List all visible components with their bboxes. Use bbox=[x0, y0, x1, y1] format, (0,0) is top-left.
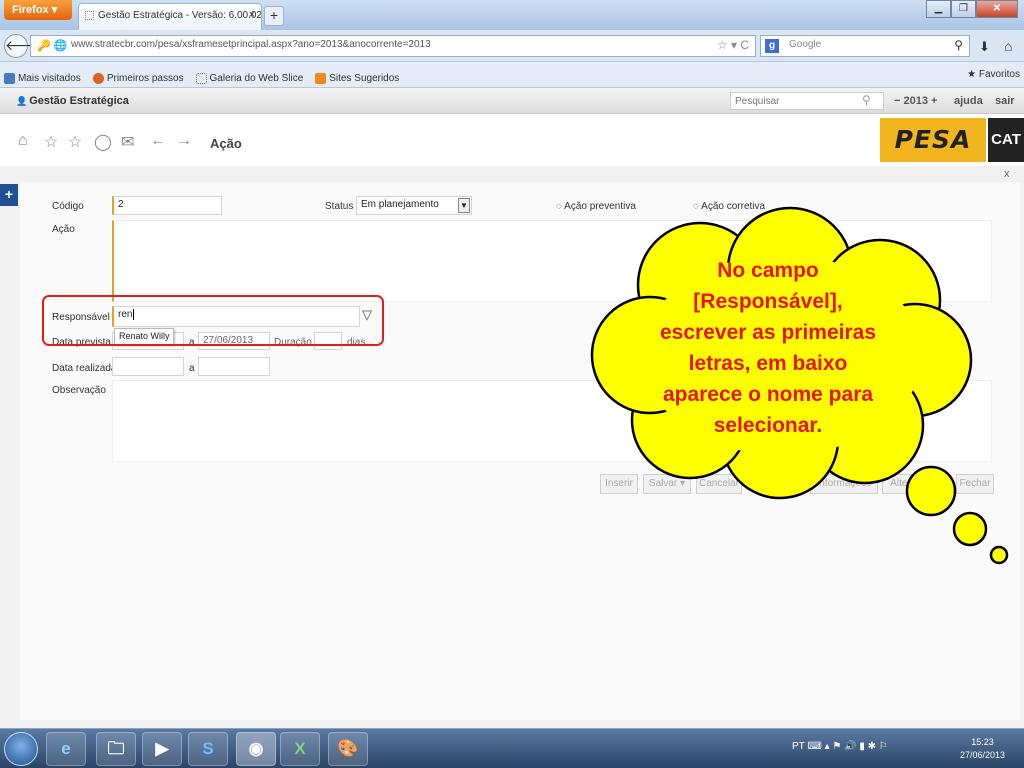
informacoes-button[interactable]: Informações bbox=[810, 474, 878, 494]
chevron-down-icon[interactable]: ▼ bbox=[458, 198, 470, 213]
window-controls: ▁ ❐ ✕ bbox=[926, 0, 1018, 18]
internet-explorer-icon[interactable]: e bbox=[46, 732, 86, 766]
acao-label: Ação bbox=[52, 224, 75, 235]
help-link[interactable]: ajuda bbox=[954, 95, 983, 107]
site-identity-icon[interactable]: 🔑 🌐 bbox=[37, 39, 67, 52]
close-icon[interactable]: x bbox=[1004, 168, 1010, 180]
web-slice-icon bbox=[195, 72, 207, 84]
bookmarks-bar: Mais visitados Primeiros passos Galeria … bbox=[0, 62, 1024, 88]
salvar-button[interactable]: Salvar ▾ bbox=[643, 474, 691, 494]
suggested-sites-icon bbox=[315, 72, 327, 84]
home-icon[interactable]: ⌂ bbox=[18, 132, 28, 150]
bookmark-web-slice[interactable]: Galeria do Web Slice bbox=[195, 69, 304, 87]
window-close-icon[interactable]: ✕ bbox=[976, 0, 1018, 18]
bookmark-label: Primeiros passos bbox=[106, 72, 184, 84]
preventiva-label: Ação preventiva bbox=[564, 201, 636, 212]
add-favorite-icon[interactable]: ☆ bbox=[44, 132, 58, 152]
excel-icon[interactable]: X bbox=[280, 732, 320, 766]
search-icon[interactable]: ⚲ bbox=[862, 93, 871, 107]
preventiva-radio[interactable]: ◌ Ação preventiva bbox=[556, 201, 636, 212]
arrow-right-icon[interactable]: → bbox=[176, 132, 192, 150]
codigo-label: Código bbox=[52, 201, 84, 212]
tray-icons[interactable]: ⌨ ▴ ⚑ 🔊 ▮ ✱ ⚐ bbox=[807, 741, 887, 752]
bookmark-label: Galeria do Web Slice bbox=[209, 72, 304, 84]
alterar-button[interactable]: Alterar bbox=[882, 474, 928, 494]
year-selector[interactable]: − 2013 + bbox=[894, 95, 937, 107]
maximize-icon[interactable]: ❐ bbox=[951, 0, 976, 18]
inserir-button[interactable]: Inserir bbox=[600, 474, 638, 494]
new-tab-button[interactable]: + bbox=[264, 6, 284, 26]
data-realizada-start[interactable] bbox=[112, 357, 184, 376]
arrow-left-icon[interactable]: ← bbox=[150, 132, 166, 150]
salvar-label: Salvar bbox=[648, 478, 678, 489]
start-button[interactable] bbox=[4, 732, 38, 766]
callout-text: No campo [Responsável], escrever as prim… bbox=[660, 259, 876, 437]
bookmark-icon bbox=[4, 72, 15, 84]
status-select[interactable]: Em planejamento ▼ bbox=[356, 196, 472, 215]
range-separator: a bbox=[189, 363, 195, 374]
bookmark-sites-sugeridos[interactable]: Sites Sugeridos bbox=[315, 69, 399, 87]
page-title: Ação bbox=[210, 136, 242, 151]
corretiva-label: Ação corretiva bbox=[701, 201, 766, 212]
firefox-menu-button[interactable]: Firefox ▾ bbox=[4, 0, 72, 20]
data-realizada-label: Data realizada bbox=[52, 363, 117, 374]
bookmark-mais-visitados[interactable]: Mais visitados bbox=[4, 69, 81, 87]
bookmark-label: Sites Sugeridos bbox=[329, 72, 400, 84]
tab-favicon-icon bbox=[85, 10, 94, 20]
address-bar[interactable]: 🔑 🌐 www.stratecbr.com/pesa/xsframesetpri… bbox=[30, 35, 756, 57]
navigation-bar: 🡐 🔑 🌐 www.stratecbr.com/pesa/xsframesetp… bbox=[0, 30, 1024, 62]
codigo-field[interactable]: 2 bbox=[112, 196, 222, 215]
status-label: Status bbox=[325, 201, 354, 212]
highlight-box bbox=[42, 295, 384, 346]
system-tray: PT ⌨ ▴ ⚑ 🔊 ▮ ✱ ⚐ bbox=[792, 741, 888, 752]
firefox-taskbar-icon[interactable]: ◉ bbox=[236, 732, 276, 766]
tab-close-icon[interactable]: × bbox=[249, 9, 255, 21]
favorites-label: Favoritos bbox=[978, 69, 1020, 80]
file-explorer-icon[interactable]: 🗀 bbox=[96, 732, 136, 766]
skype-icon[interactable]: S bbox=[188, 732, 228, 766]
paint-icon[interactable]: 🎨 bbox=[328, 732, 368, 766]
media-icon[interactable]: ▶ bbox=[142, 732, 182, 766]
observacao-label: Observação bbox=[52, 385, 106, 396]
home-icon[interactable]: ⌂ bbox=[1004, 38, 1012, 54]
bookmark-label: Mais visitados bbox=[18, 72, 81, 84]
browser-search-field[interactable]: g Google ⚲ bbox=[760, 35, 970, 57]
download-icon[interactable]: ⬇ bbox=[979, 39, 990, 55]
cat-logo: CAT bbox=[988, 118, 1024, 162]
browser-search-placeholder: Google bbox=[789, 39, 822, 50]
firefox-menu-label: Firefox bbox=[12, 4, 49, 16]
minimize-icon[interactable]: ▁ bbox=[926, 0, 951, 18]
cancelar-button[interactable]: Cancelar bbox=[696, 474, 742, 494]
browser-titlebar: Firefox ▾ Gestão Estratégica - Versão: 6… bbox=[0, 0, 1024, 30]
windows-taskbar: e 🗀 ▶ S ◉ X 🎨 PT ⌨ ▴ ⚑ 🔊 ▮ ✱ ⚐ 15:23 27/… bbox=[0, 728, 1024, 768]
app-header: Gestão Estratégica ⚲ − 2013 + ajuda sair bbox=[0, 88, 1024, 114]
back-arrow-icon[interactable]: 🡐 bbox=[4, 34, 43, 58]
expand-sidebar-button[interactable]: + bbox=[0, 184, 18, 206]
bookmark-star-icon[interactable]: ☆ ▾ C bbox=[717, 38, 749, 52]
firefox-icon bbox=[92, 72, 104, 84]
bookmark-primeiros-passos[interactable]: Primeiros passos bbox=[92, 69, 184, 87]
fechar-button[interactable]: Fechar bbox=[956, 474, 994, 494]
favorites-button[interactable]: ★ Favoritos bbox=[967, 69, 1020, 80]
comment-icon[interactable]: ◯ bbox=[94, 132, 112, 152]
url-text: www.stratecbr.com/pesa/xsframesetprincip… bbox=[71, 39, 431, 50]
data-realizada-end[interactable] bbox=[198, 357, 270, 376]
search-icon[interactable]: ⚲ bbox=[954, 38, 963, 52]
corretiva-radio[interactable]: ◌ Ação corretiva bbox=[693, 201, 765, 212]
app-title: Gestão Estratégica bbox=[16, 95, 129, 107]
google-icon[interactable]: g bbox=[765, 39, 779, 53]
exit-link[interactable]: sair bbox=[995, 95, 1015, 107]
pesa-logo: PESA bbox=[880, 118, 986, 162]
clock-time: 15:23 bbox=[971, 737, 994, 747]
browser-tab[interactable]: Gestão Estratégica - Versão: 6.00.02 - L… bbox=[78, 3, 262, 30]
mail-icon[interactable]: ✉ bbox=[121, 132, 134, 152]
favorite-icon[interactable]: ☆ bbox=[68, 132, 82, 152]
language-indicator[interactable]: PT bbox=[792, 741, 805, 752]
status-value: Em planejamento bbox=[361, 199, 439, 210]
page-toolbar: ⌂ ☆ ☆ ◯ ✉ ← → Ação PESA CAT bbox=[0, 114, 1024, 166]
clock-date: 27/06/2013 bbox=[960, 750, 1006, 760]
app-search-input[interactable] bbox=[730, 92, 884, 110]
clock[interactable]: 15:23 27/06/2013 bbox=[960, 736, 1005, 762]
tab-title: Gestão Estratégica - Versão: 6.00.02 - L… bbox=[98, 10, 262, 21]
